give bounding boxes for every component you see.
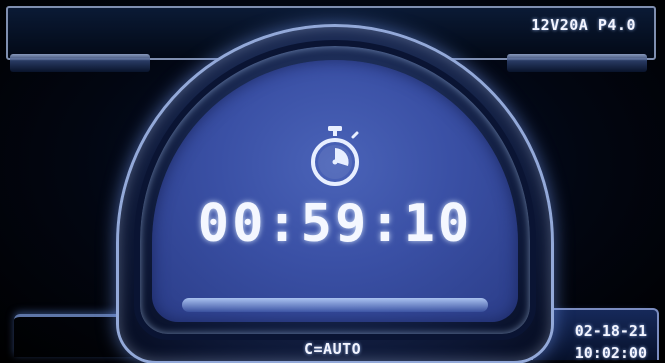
- charger-spec-label: 12V20A P4.0: [531, 16, 636, 34]
- datetime-readout: 02-18-21 10:02:00: [575, 320, 647, 363]
- dial-shine: [182, 298, 488, 312]
- stopwatch-icon: [311, 126, 359, 186]
- countdown-time: 00:59:10: [197, 194, 473, 254]
- time-text: 10:02:00: [574, 344, 647, 362]
- charge-mode-label: C=AUTO: [304, 340, 362, 358]
- right-bezel: [507, 54, 647, 72]
- date-text: 02-18-21: [574, 322, 647, 340]
- charger-display: 12V20A P4.0 00:59:10 C=AUTO 02-18-21 10:…: [0, 0, 665, 363]
- left-bezel: [10, 54, 150, 72]
